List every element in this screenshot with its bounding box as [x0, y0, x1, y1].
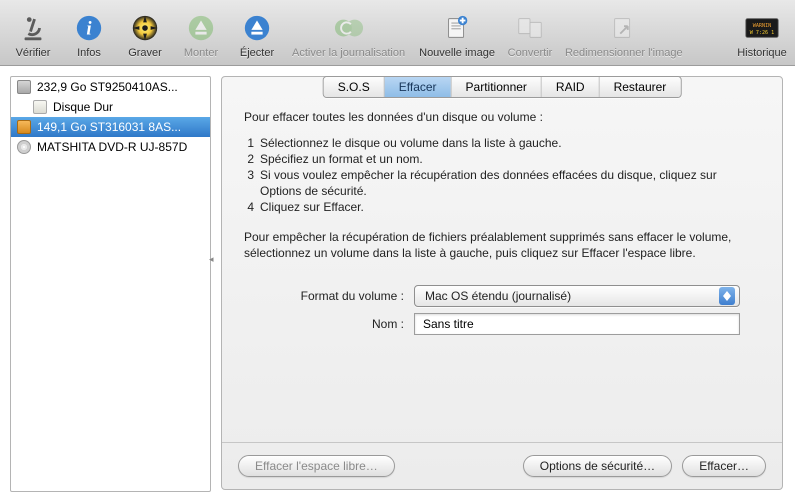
erase-step-3: Si vous voulez empêcher la récupération … [260, 167, 760, 199]
toolbar-newimage-label: Nouvelle image [419, 47, 495, 59]
volume-row[interactable]: Disque Dur [11, 97, 210, 117]
log-icon: WARNIN W 7:26 1 [745, 11, 779, 45]
journal-icon [332, 11, 366, 45]
erase-intro: Pour effacer toutes les données d'un dis… [244, 109, 760, 125]
tab-erase[interactable]: Effacer [385, 77, 452, 97]
toolbar-eject[interactable]: Éjecter [230, 11, 284, 59]
tab-bar: S.O.S Effacer Partitionner RAID Restaure… [323, 76, 682, 98]
toolbar-log[interactable]: WARNIN W 7:26 1 Historique [735, 11, 789, 59]
toolbar-burn-label: Graver [128, 47, 162, 59]
toolbar: Vérifier i Infos Graver [0, 0, 795, 66]
toolbar-convert[interactable]: Convertir [503, 11, 557, 59]
toolbar-resize-label: Redimensionner l'image [565, 47, 683, 59]
toolbar-burn[interactable]: Graver [118, 11, 172, 59]
microscope-icon [16, 11, 50, 45]
toolbar-mount[interactable]: Monter [174, 11, 228, 59]
format-label: Format du volume : [244, 288, 414, 304]
toolbar-resize[interactable]: Redimensionner l'image [559, 11, 689, 59]
disk-row-label: 232,9 Go ST9250410AS... [37, 80, 178, 94]
split-handle[interactable]: ◂ [209, 254, 215, 260]
name-label: Nom : [244, 316, 414, 332]
disk-row[interactable]: 232,9 Go ST9250410AS... [11, 77, 210, 97]
erase-body: Pour effacer toutes les données d'un dis… [222, 77, 782, 442]
erase-step-1: Sélectionnez le disque ou volume dans la… [260, 135, 562, 151]
format-value: Mac OS étendu (journalisé) [425, 288, 571, 304]
disk-list[interactable]: 232,9 Go ST9250410AS... Disque Dur 149,1… [10, 76, 211, 492]
external-disk-icon [17, 120, 31, 134]
erase-free-space-button[interactable]: Effacer l'espace libre… [238, 455, 395, 477]
eject-icon [240, 11, 274, 45]
toolbar-mount-label: Monter [184, 47, 218, 59]
toolbar-newimage[interactable]: Nouvelle image [413, 11, 501, 59]
erase-button[interactable]: Effacer… [682, 455, 766, 477]
optical-drive-row[interactable]: MATSHITA DVD-R UJ-857D [11, 137, 210, 157]
toolbar-eject-label: Éjecter [240, 47, 274, 59]
toolbar-info[interactable]: i Infos [62, 11, 116, 59]
sidebar-container: 232,9 Go ST9250410AS... Disque Dur 149,1… [0, 66, 217, 502]
toolbar-log-label: Historique [737, 47, 787, 59]
volume-icon [33, 100, 47, 114]
mount-icon [184, 11, 218, 45]
new-image-icon [440, 11, 474, 45]
toolbar-verify[interactable]: Vérifier [6, 11, 60, 59]
toolbar-journal-label: Activer la journalisation [292, 47, 405, 59]
erase-note: Pour empêcher la récupération de fichier… [244, 229, 760, 261]
toolbar-journal[interactable]: Activer la journalisation [286, 11, 411, 59]
erase-step-4: Cliquez sur Effacer. [260, 199, 364, 215]
content-panel: S.O.S Effacer Partitionner RAID Restaure… [221, 76, 783, 490]
name-input[interactable] [414, 313, 740, 335]
erase-steps: 1Sélectionnez le disque ou volume dans l… [244, 135, 760, 215]
burn-icon [128, 11, 162, 45]
security-options-button[interactable]: Options de sécurité… [523, 455, 672, 477]
tab-restore[interactable]: Restaurer [600, 77, 681, 97]
toolbar-info-label: Infos [77, 47, 101, 59]
hdd-icon [17, 80, 31, 94]
footer-buttons: Effacer l'espace libre… Options de sécur… [222, 442, 782, 489]
svg-text:i: i [86, 19, 92, 40]
erase-step-2: Spécifiez un format et un nom. [260, 151, 423, 167]
disk-row-selected[interactable]: 149,1 Go ST316031 8AS... [11, 117, 210, 137]
convert-icon [513, 11, 547, 45]
disk-row-label: 149,1 Go ST316031 8AS... [37, 120, 181, 134]
svg-text:WARNIN: WARNIN [753, 23, 771, 29]
tab-raid[interactable]: RAID [542, 77, 600, 97]
format-select[interactable]: Mac OS étendu (journalisé) [414, 285, 740, 307]
toolbar-verify-label: Vérifier [16, 47, 51, 59]
optical-row-label: MATSHITA DVD-R UJ-857D [37, 140, 187, 154]
svg-text:W 7:26 1: W 7:26 1 [750, 30, 775, 36]
erase-form: Format du volume : Mac OS étendu (journa… [244, 285, 760, 335]
select-arrows-icon [719, 287, 735, 305]
toolbar-convert-label: Convertir [508, 47, 553, 59]
content-container: S.O.S Effacer Partitionner RAID Restaure… [217, 66, 795, 502]
volume-row-label: Disque Dur [53, 100, 113, 114]
tab-sos[interactable]: S.O.S [324, 77, 385, 97]
main: 232,9 Go ST9250410AS... Disque Dur 149,1… [0, 66, 795, 502]
optical-disc-icon [17, 140, 31, 154]
tab-partition[interactable]: Partitionner [452, 77, 542, 97]
info-icon: i [72, 11, 106, 45]
resize-icon [607, 11, 641, 45]
